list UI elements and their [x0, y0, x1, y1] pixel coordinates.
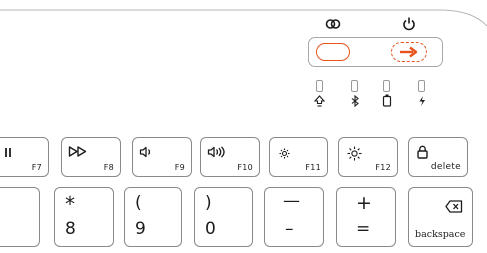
key-9[interactable]: ( 9 — [124, 187, 182, 247]
key-minus[interactable]: — – — [264, 187, 324, 247]
charging-led — [418, 80, 425, 92]
key-f7[interactable]: F7 — [0, 137, 49, 177]
lock-icon — [417, 145, 428, 159]
brightness-up-icon — [347, 146, 362, 161]
key-0[interactable]: ) 0 — [194, 187, 253, 247]
key-backspace-label: backspace — [415, 229, 466, 240]
battery-led — [383, 80, 390, 92]
key-0-shift-label: ) — [205, 193, 212, 213]
backspace-icon — [445, 200, 463, 213]
fast-forward-icon — [68, 146, 87, 157]
key-9-shift-label: ( — [135, 193, 142, 213]
key-8[interactable]: * 8 — [54, 187, 114, 247]
key-f11[interactable]: F11 — [269, 137, 328, 177]
key-equals[interactable]: + = — [336, 187, 396, 247]
key-8-label: 8 — [65, 219, 76, 239]
key-f8[interactable]: F8 — [61, 137, 121, 177]
key-minus-label: – — [285, 219, 294, 239]
key-f10-label: F10 — [237, 163, 253, 172]
bluetooth-icon — [351, 95, 359, 107]
key-delete-label: delete — [430, 162, 461, 172]
volume-down-icon — [139, 146, 151, 158]
key-f7-label: F7 — [31, 163, 42, 172]
key-f8-label: F8 — [103, 163, 114, 172]
charging-icon — [419, 96, 425, 106]
key-f11-label: F11 — [305, 163, 321, 172]
key-9-label: 9 — [135, 219, 146, 239]
link-icon — [325, 19, 341, 29]
key-f12-label: F12 — [375, 163, 391, 172]
key-backspace[interactable]: backspace — [408, 187, 473, 247]
key-equals-label: = — [356, 219, 371, 239]
brightness-down-icon — [279, 148, 290, 159]
battery-icon — [382, 94, 392, 107]
key-8-shift-label: * — [65, 192, 75, 216]
key-7-partial[interactable] — [0, 187, 40, 247]
key-f9-label: F9 — [174, 163, 185, 172]
key-minus-shift-label: — — [283, 191, 300, 211]
connect-toggle[interactable] — [316, 43, 350, 61]
volume-up-icon — [207, 146, 225, 158]
power-toggle[interactable] — [391, 42, 427, 62]
key-f12[interactable]: F12 — [338, 137, 398, 177]
bluetooth-led — [351, 80, 358, 92]
caps-lock-icon — [314, 95, 325, 107]
key-equals-shift-label: + — [356, 192, 372, 214]
key-f9[interactable]: F9 — [132, 137, 192, 177]
power-icon — [403, 17, 415, 31]
pause-icon — [5, 148, 11, 157]
key-0-label: 0 — [205, 219, 216, 239]
key-delete[interactable]: delete — [408, 137, 468, 177]
arrow-right-icon — [400, 46, 418, 58]
key-f10[interactable]: F10 — [200, 137, 260, 177]
caps-lock-led — [316, 80, 323, 92]
